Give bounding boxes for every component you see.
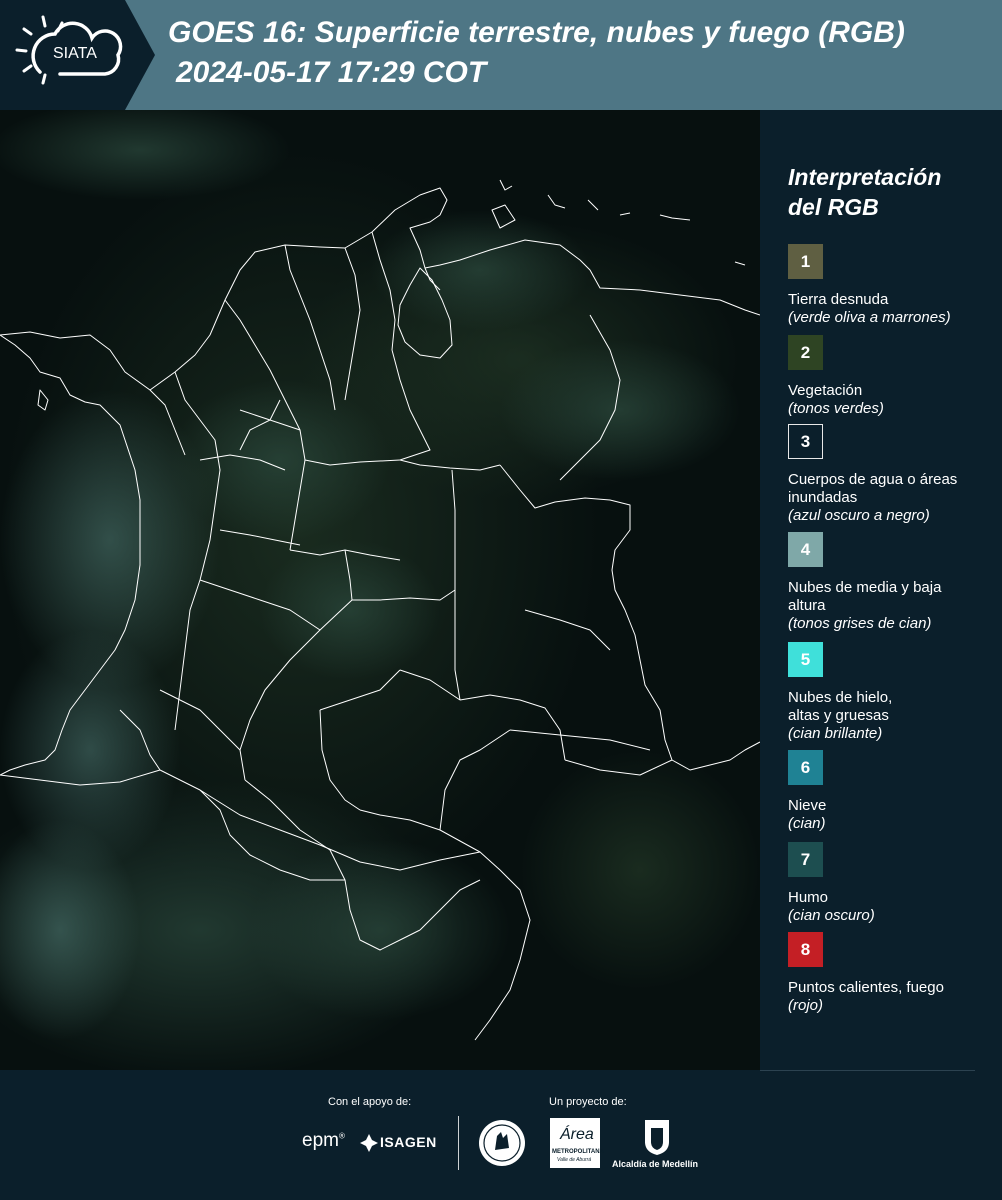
siata-logo: SIATA	[0, 0, 155, 110]
legend-label: Tierra desnuda	[788, 291, 889, 308]
legend-label: Puntos calientes, fuego	[788, 979, 944, 996]
legend-number: 6	[800, 757, 811, 777]
legend-label: Nieve	[788, 797, 827, 814]
legend-title: Interpretación del RGB	[788, 162, 988, 222]
legend-note: (verde oliva a marrones)	[788, 309, 951, 326]
satellite-map	[0, 110, 760, 1070]
legend-note: (rojo)	[788, 997, 824, 1014]
legend-number: 1	[800, 251, 811, 271]
footer: Con el apoyo de: Un proyecto de: epm® IS…	[0, 1070, 1002, 1200]
legend-title-line2: del RGB	[788, 194, 879, 220]
footer-divider-line	[760, 1070, 975, 1071]
legend-item-2: 2 Vegetación (tonos verdes)	[788, 335, 998, 418]
legend-label: Humo	[788, 889, 829, 906]
legend-item-7: 7 Humo (cian oscuro)	[788, 842, 998, 925]
legend-swatch-2: 2	[788, 335, 823, 370]
area-line2: Valle de Aburrá	[557, 1157, 592, 1163]
legend-note: (azul oscuro a negro)	[788, 507, 930, 524]
alcaldia-shield-icon	[645, 1120, 669, 1155]
alcaldia-logo-text: Alcaldía de Medellín	[612, 1159, 699, 1169]
legend-note: (cian oscuro)	[788, 907, 875, 924]
area-script-text: Área	[560, 1126, 594, 1143]
legend-note: (tonos grises de cian)	[788, 615, 932, 632]
legend-item-8: 8 Puntos calientes, fuego (rojo)	[788, 932, 998, 1015]
support-label: Con el apoyo de:	[328, 1096, 412, 1108]
legend-title-line1: Interpretación	[788, 164, 942, 190]
legend-note: (cian brillante)	[788, 725, 883, 742]
legend-swatch-4: 4	[788, 532, 823, 567]
project-label: Un proyecto de:	[549, 1096, 627, 1108]
alcaldia-logo: Alcaldía de Medellín	[610, 1118, 705, 1174]
legend-note: (cian)	[788, 815, 826, 832]
legend-number: 2	[800, 342, 811, 362]
seal-logo	[477, 1118, 527, 1168]
legend-number: 8	[800, 939, 811, 959]
footer-separator	[458, 1116, 459, 1170]
legend-swatch-8: 8	[788, 932, 823, 967]
legend-swatch-5: 5	[788, 642, 823, 677]
legend-label: Nubes de media y baja altura	[788, 579, 942, 614]
legend-label: Nubes de hielo, altas y gruesas	[788, 689, 893, 724]
legend-number: 4	[800, 539, 811, 559]
map-image	[0, 110, 760, 1070]
epm-logo: epm®	[302, 1130, 345, 1151]
legend-item-5: 5 Nubes de hielo, altas y gruesas (cian …	[788, 642, 998, 743]
epm-logo-text: epm	[302, 1130, 339, 1151]
legend-number: 7	[800, 849, 811, 869]
page-datetime: 2024-05-17 17:29 COT	[176, 56, 487, 89]
area-metropolitana-logo: Área METROPOLITANA Valle de Aburrá	[550, 1118, 604, 1168]
legend-number: 3	[800, 431, 811, 451]
legend-swatch-1: 1	[788, 244, 823, 279]
legend-item-4: 4 Nubes de media y baja altura (tonos gr…	[788, 532, 998, 633]
area-line1: METROPOLITANA	[552, 1149, 604, 1155]
page-title: GOES 16: Superficie terrestre, nubes y f…	[168, 16, 905, 49]
siata-logo-text: SIATA	[53, 45, 97, 62]
isagen-logo: ISAGEN	[358, 1132, 440, 1154]
isagen-icon	[360, 1134, 378, 1152]
legend-swatch-6: 6	[788, 750, 823, 785]
legend-item-3: 3 Cuerpos de agua o áreas inundadas (azu…	[788, 424, 998, 525]
header-bar: SIATA GOES 16: Superficie terrestre, nub…	[0, 0, 1002, 110]
seal-icon	[479, 1120, 525, 1166]
legend-swatch-7: 7	[788, 842, 823, 877]
legend-label: Vegetación	[788, 382, 863, 399]
isagen-logo-text: ISAGEN	[380, 1134, 437, 1150]
legend-item-1: 1 Tierra desnuda (verde oliva a marrones…	[788, 244, 998, 327]
legend-item-6: 6 Nieve (cian)	[788, 750, 998, 833]
legend-panel: Interpretación del RGB 1 Tierra desnuda …	[760, 110, 1002, 1070]
legend-swatch-3: 3	[788, 424, 823, 459]
legend-note: (tonos verdes)	[788, 400, 884, 417]
legend-number: 5	[800, 649, 811, 669]
legend-label: Cuerpos de agua o áreas inundadas	[788, 471, 958, 506]
